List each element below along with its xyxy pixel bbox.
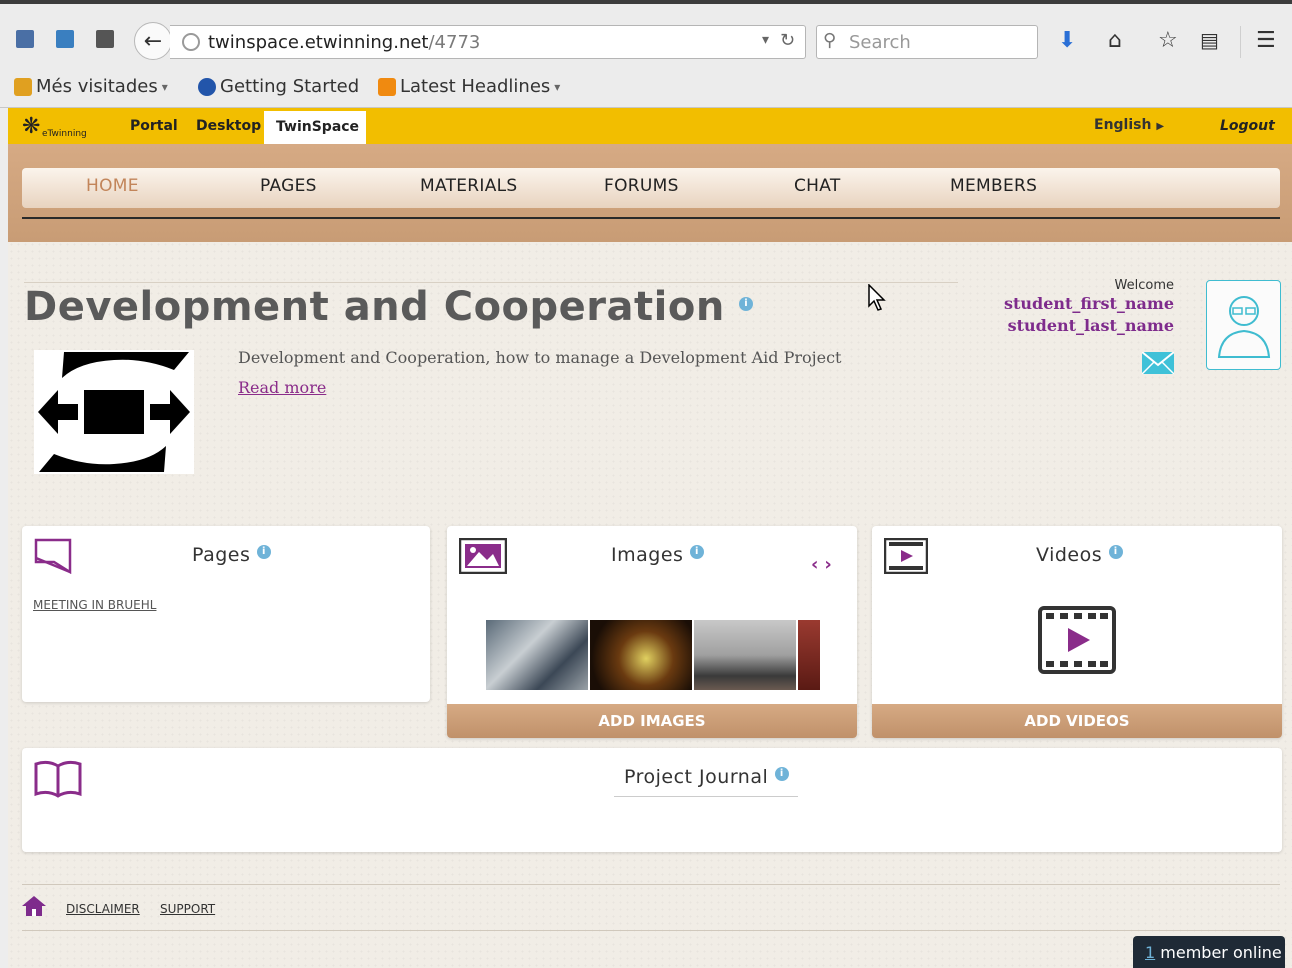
desktop-link[interactable]: Desktop	[196, 118, 261, 134]
twinspace-tab[interactable]: TwinSpace	[264, 111, 366, 144]
members-online-badge[interactable]: 1 member online	[1133, 936, 1285, 968]
image-thumbnail-3[interactable]	[694, 620, 796, 690]
home-icon[interactable]: ⌂	[1108, 28, 1122, 53]
nav-pages[interactable]: PAGES	[260, 176, 317, 196]
image-carousel-arrows[interactable]: ‹›	[811, 554, 838, 575]
video-icon	[884, 538, 928, 574]
logout-link[interactable]: Logout	[1220, 118, 1275, 134]
bookmark-getting-started[interactable]: Getting Started	[198, 76, 359, 97]
user-last-name[interactable]: student_last_name	[1004, 315, 1174, 337]
search-input[interactable]: ⚲ Search	[816, 25, 1038, 59]
videos-card: Videos i ADD VIDEOS	[872, 526, 1282, 738]
image-thumbnail-4[interactable]	[798, 620, 820, 690]
images-card: Images i ‹› ADD IMAGES	[447, 526, 857, 738]
page-content: ❋ eTwinning Portal Desktop TwinSpace Eng…	[8, 108, 1292, 968]
video-placeholder-icon[interactable]	[1038, 606, 1116, 674]
online-count[interactable]: 1	[1145, 943, 1155, 962]
journal-title-underline	[614, 796, 798, 797]
videos-info-icon[interactable]: i	[1108, 544, 1123, 559]
nav-divider	[22, 217, 1280, 219]
globe-icon	[182, 33, 200, 51]
etwinning-logo-icon: ❋	[22, 114, 41, 139]
etwinning-topbar: ❋ eTwinning Portal Desktop TwinSpace Eng…	[8, 108, 1292, 144]
nav-materials[interactable]: MATERIALS	[420, 176, 518, 196]
folder-icon	[14, 77, 32, 96]
footer-divider-bottom	[22, 930, 1280, 931]
welcome-label: Welcome	[1114, 278, 1174, 293]
add-videos-button[interactable]: ADD VIDEOS	[872, 704, 1282, 738]
menu-icon[interactable]: ☰	[1256, 28, 1276, 53]
url-dropdown-icon[interactable]: ▾	[762, 32, 769, 48]
book-icon	[34, 760, 82, 798]
mail-icon[interactable]	[1141, 351, 1175, 375]
back-button[interactable]: ←	[134, 22, 172, 60]
welcome-block: Welcome student_first_name student_last_…	[1004, 278, 1174, 337]
project-journal-title: Project Journal i	[624, 766, 789, 788]
reload-icon[interactable]: ↻	[780, 30, 795, 51]
project-journal-card: Project Journal i	[22, 748, 1282, 852]
image-thumbnail-1[interactable]	[486, 620, 588, 690]
page-link-meeting[interactable]: MEETING IN BRUEHL	[33, 598, 156, 612]
title-rule	[24, 282, 958, 283]
nav-members[interactable]: MEMBERS	[950, 176, 1037, 196]
footer-home-icon[interactable]	[22, 896, 46, 916]
url-bar[interactable]: twinspace.etwinning.net/4773 ▾ ↻	[170, 25, 806, 59]
images-title: Images i	[611, 544, 704, 566]
project-description: Development and Cooperation, how to mana…	[238, 348, 842, 367]
pages-card: Pages i MEETING IN BRUEHL	[22, 526, 430, 702]
main-nav: HOME PAGES MATERIALS FORUMS CHAT MEMBERS	[22, 168, 1280, 208]
read-more-link[interactable]: Read more	[238, 378, 326, 397]
support-link[interactable]: SUPPORT	[160, 902, 215, 916]
journal-info-icon[interactable]: i	[774, 766, 789, 781]
footer-divider-top	[22, 884, 1280, 885]
project-title: Development and Cooperation i	[24, 284, 754, 330]
bookmark-most-visited[interactable]: Més visitades ▾	[14, 76, 168, 97]
firefox-icon	[198, 77, 216, 96]
window-icon-2[interactable]	[54, 28, 76, 50]
images-info-icon[interactable]: i	[689, 544, 704, 559]
pages-info-icon[interactable]: i	[256, 544, 271, 559]
nav-band: HOME PAGES MATERIALS FORUMS CHAT MEMBERS	[8, 144, 1292, 242]
add-images-button[interactable]: ADD IMAGES	[447, 704, 857, 738]
url-text: twinspace.etwinning.net/4773	[208, 32, 481, 53]
download-icon[interactable]: ⬇	[1058, 28, 1076, 53]
nav-forums[interactable]: FORUMS	[604, 176, 679, 196]
disclaimer-link[interactable]: DISCLAIMER	[66, 902, 140, 916]
search-icon: ⚲	[823, 30, 837, 51]
videos-title: Videos i	[1036, 544, 1123, 566]
pages-title: Pages i	[192, 544, 271, 566]
nav-chat[interactable]: CHAT	[794, 176, 841, 196]
page-icon	[34, 538, 72, 574]
browser-toolbar: ← twinspace.etwinning.net/4773 ▾ ↻ ⚲ Sea…	[0, 0, 1292, 68]
mouse-cursor-icon	[868, 284, 886, 311]
avatar[interactable]	[1206, 280, 1281, 370]
back-arrow-icon: ←	[143, 28, 163, 54]
nav-home[interactable]: HOME	[86, 176, 139, 196]
reading-list-icon[interactable]: ▤	[1200, 28, 1219, 52]
info-icon[interactable]: i	[739, 296, 754, 311]
bookmarks-bar: Més visitades ▾ Getting Started Latest He…	[0, 68, 1292, 108]
toolbar-separator	[1240, 26, 1241, 58]
image-icon	[459, 538, 507, 574]
portal-link[interactable]: Portal	[130, 118, 178, 134]
image-thumbnail-2[interactable]	[590, 620, 692, 690]
etwinning-logo[interactable]: ❋ eTwinning	[22, 114, 108, 140]
language-selector[interactable]: English ▶	[1094, 117, 1164, 133]
bookmark-star-icon[interactable]: ☆	[1158, 28, 1178, 53]
bookmark-latest-headlines[interactable]: Latest Headlines ▾	[378, 76, 560, 97]
user-first-name[interactable]: student_first_name	[1004, 293, 1174, 315]
window-icon-1[interactable]	[14, 28, 36, 50]
search-placeholder: Search	[849, 32, 911, 53]
clipboard-icon[interactable]	[94, 28, 116, 50]
rss-icon	[378, 77, 396, 96]
project-logo-image	[34, 350, 194, 474]
